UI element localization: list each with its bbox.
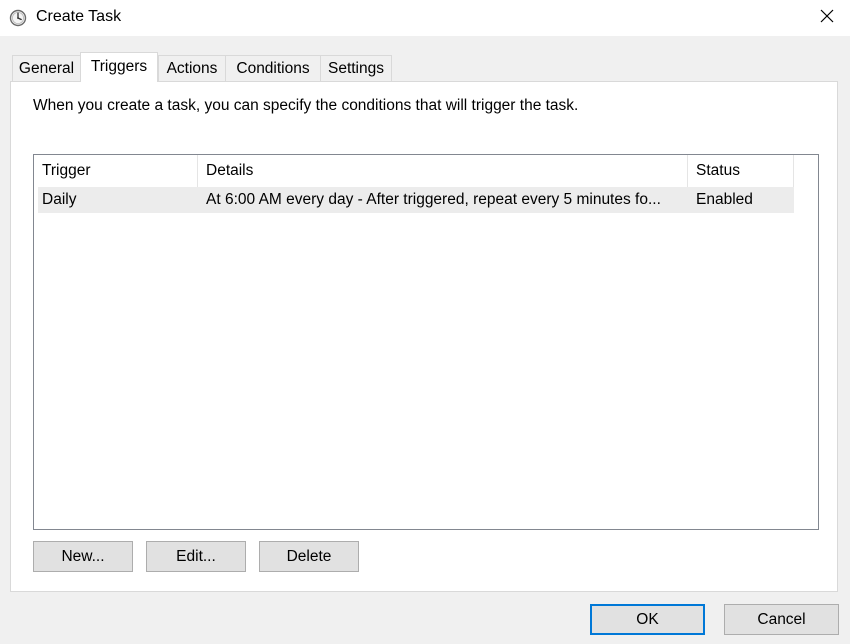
column-header-trigger[interactable]: Trigger xyxy=(34,155,198,187)
tab-settings[interactable]: Settings xyxy=(320,55,392,81)
title-bar: Create Task xyxy=(0,0,850,36)
triggers-description: When you create a task, you can specify … xyxy=(33,97,579,114)
triggers-list[interactable]: Trigger Details Status Daily At 6:00 AM … xyxy=(33,154,819,530)
edit-trigger-button[interactable]: Edit... xyxy=(146,541,246,572)
close-button[interactable] xyxy=(804,0,850,36)
table-row[interactable]: Daily At 6:00 AM every day - After trigg… xyxy=(38,187,794,213)
details-cell: At 6:00 AM every day - After triggered, … xyxy=(206,191,661,208)
cancel-button[interactable]: Cancel xyxy=(724,604,839,635)
tab-actions[interactable]: Actions xyxy=(158,55,226,81)
status-cell: Enabled xyxy=(696,191,753,208)
close-icon xyxy=(819,8,835,28)
clock-icon xyxy=(9,9,27,27)
tab-triggers[interactable]: Triggers xyxy=(80,52,158,82)
trigger-cell: Daily xyxy=(42,191,77,208)
column-header-status[interactable]: Status xyxy=(688,155,794,187)
delete-trigger-button[interactable]: Delete xyxy=(259,541,359,572)
list-header: Trigger Details Status xyxy=(34,155,794,187)
tab-general[interactable]: General xyxy=(12,55,81,81)
ok-button[interactable]: OK xyxy=(590,604,705,635)
window-title: Create Task xyxy=(36,8,122,25)
tab-conditions[interactable]: Conditions xyxy=(225,55,321,81)
new-trigger-button[interactable]: New... xyxy=(33,541,133,572)
triggers-panel: When you create a task, you can specify … xyxy=(10,81,838,592)
column-header-details[interactable]: Details xyxy=(198,155,688,187)
